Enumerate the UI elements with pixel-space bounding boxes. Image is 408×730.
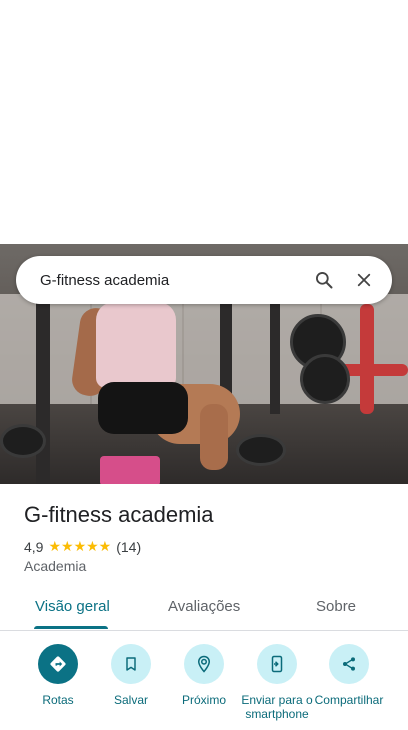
directions-button[interactable]: Rotas: [19, 644, 97, 707]
save-button[interactable]: Salvar: [92, 644, 170, 707]
share-label: Compartilhar: [314, 693, 384, 707]
tab-about[interactable]: Sobre: [316, 598, 356, 615]
tab-overview[interactable]: Visão geral: [35, 598, 110, 615]
place-category: Academia: [24, 558, 87, 574]
nearby-label: Próximo: [181, 693, 226, 707]
rating-row[interactable]: 4,9 ★★★★★ (14): [24, 538, 141, 555]
action-buttons: Rotas Salvar Próximo Enviar para o smart…: [0, 644, 408, 730]
close-icon[interactable]: [344, 260, 384, 300]
blank-area: [0, 0, 408, 244]
search-input[interactable]: G-fitness academia: [40, 272, 304, 289]
place-title: G-fitness academia: [24, 502, 214, 527]
save-label: Salvar: [113, 693, 148, 707]
active-tab-indicator: [34, 626, 108, 629]
review-count[interactable]: (14): [116, 539, 141, 555]
search-bar[interactable]: G-fitness academia: [16, 256, 392, 304]
tab-reviews[interactable]: Avaliações: [168, 598, 240, 615]
directions-label: Rotas: [42, 693, 74, 707]
star-rating-icon: ★★★★★: [48, 538, 112, 554]
directions-icon: [38, 644, 78, 684]
send-to-phone-icon: [257, 644, 297, 684]
send-to-phone-button[interactable]: Enviar para o smartphone: [238, 644, 316, 721]
tab-bar: Visão geral Avaliações Sobre: [0, 588, 408, 631]
nearby-button[interactable]: Próximo: [165, 644, 243, 707]
search-icon[interactable]: [304, 260, 344, 300]
bookmark-icon: [111, 644, 151, 684]
send-to-phone-label: Enviar para o smartphone: [241, 693, 313, 721]
share-icon: [329, 644, 369, 684]
rating-value: 4,9: [24, 538, 44, 555]
nearby-icon: [184, 644, 224, 684]
share-button[interactable]: Compartilhar: [310, 644, 388, 707]
